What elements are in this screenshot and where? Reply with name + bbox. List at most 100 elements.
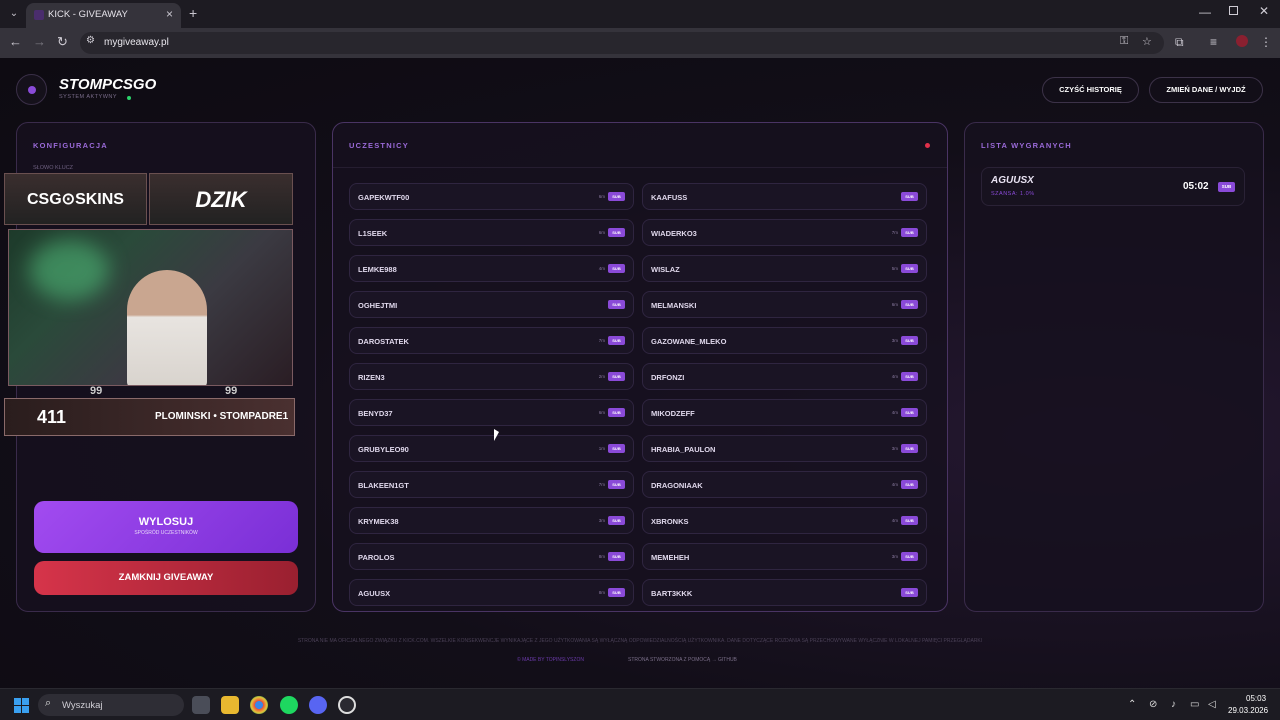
participant-time: 8m [598,554,605,559]
sub-badge: SUB [901,516,918,525]
footer-github-link[interactable]: STRONA STWORZONA Z POMOCĄ → GITHUB [628,657,737,663]
sub-badge: SUB [901,264,918,273]
divider [333,167,947,168]
sub-badge: SUB [608,444,625,453]
participants-grid: GAPEKWTF00 6m SUB KAAFUSS SUB L1SEEK 6m SUB WIAD… [349,183,929,606]
brand-logo [16,74,47,105]
taskbar-search[interactable]: ⌕ Wyszukaj [38,694,184,716]
status-online-icon [127,96,131,100]
participant-time: 3m [891,446,898,451]
sub-badge: SUB [901,444,918,453]
logo-dot-icon [28,86,36,94]
file-explorer-icon[interactable] [221,696,239,714]
tab-close-icon[interactable]: × [166,7,173,21]
new-tab-icon[interactable]: + [189,5,197,21]
bookmark-star-icon[interactable]: ☆ [1142,35,1152,48]
site-info-icon[interactable]: ⚙ [86,35,95,46]
system-status: SYSTEM AKTYWNY [59,94,118,100]
participant-item: DAROSTATEK 7m SUB [349,327,634,354]
change-data-exit-button[interactable]: ZMIEŃ DANE / WYJDŹ [1149,77,1263,103]
obs-icon[interactable] [338,696,356,714]
draw-winner-button[interactable]: WYLOSUJ SPOŚRÓD UCZESTNIKÓW [34,501,298,553]
participant-time: 7m [598,338,605,343]
sub-badge: SUB [608,192,625,201]
clock-time[interactable]: 05:03 [1246,694,1266,703]
sub-badge: SUB [901,552,918,561]
extensions-icon[interactable]: ⧉ [1175,35,1184,50]
discord-icon[interactable] [309,696,327,714]
overlay-count: 411 [37,407,67,427]
task-view-icon[interactable] [192,696,210,714]
sub-badge: SUB [901,408,918,417]
winner-item: AGUUSX SZANSA: 1.0% 05:02 SUB [981,167,1245,206]
forward-icon[interactable]: → [33,34,46,49]
overlay-bar: 411 PLOMINSKI • STOMPADRE1 [4,398,295,436]
window-close-icon[interactable]: ✕ [1259,4,1269,18]
participants-panel: UCZESTNICY GAPEKWTF00 6m SUB KAAFUSS SUB L1SE… [332,122,948,612]
network-off-icon[interactable]: ⊘ [1149,699,1157,710]
participant-time: 8m [598,590,605,595]
participant-item: BART3KKK SUB [642,579,927,606]
participant-item: WISLAZ 5m SUB [642,255,927,282]
participant-name: DRFONZI [651,373,685,382]
sub-badge: SUB [608,372,625,381]
sub-badge: SUB [608,408,625,417]
chrome-icon[interactable] [250,696,268,714]
participant-item: GAPEKWTF00 6m SUB [349,183,634,210]
display-icon[interactable]: ▭ [1190,699,1199,710]
participant-name: HRABIA_PAULON [651,445,716,454]
maximize-icon[interactable] [1229,6,1238,15]
overlay-number-right: 99 [225,385,238,397]
reload-icon[interactable]: ↻ [57,34,68,50]
media-control-icon[interactable]: ≡ [1210,35,1217,49]
winner-chance: SZANSA: 1.0% [991,191,1035,197]
participant-item: WIADERKO3 7m SUB [642,219,927,246]
participant-name: MIKODZEFF [651,409,695,418]
participant-time: 4m [891,482,898,487]
participant-name: MELMANSKI [651,301,697,310]
microphone-icon[interactable]: ♪ [1171,699,1176,710]
participant-time: 3m [891,338,898,343]
stream-overlay: CSG⊙SKINS DZIK 99 99 411 PLOMINSKI • STO… [4,173,295,436]
sub-badge: SUB [608,480,625,489]
participant-time: 5m [891,266,898,271]
sub-badge: SUB [901,300,918,309]
tab-title: KICK - GIVEAWAY [48,9,128,20]
participant-name: KAAFUSS [651,193,688,202]
volume-icon[interactable]: ◁ [1208,699,1216,710]
participant-time: 4m [891,518,898,523]
spotify-icon[interactable] [280,696,298,714]
sub-badge: SUB [608,228,625,237]
participant-name: LEMKE988 [358,265,397,274]
winners-panel: LISTA WYGRANYCH AGUUSX SZANSA: 1.0% 05:0… [964,122,1264,612]
windows-start-icon[interactable] [14,698,29,713]
close-giveaway-button[interactable]: ZAMKNIJ GIVEAWAY [34,561,298,595]
browser-tab[interactable]: KICK - GIVEAWAY × [26,3,181,28]
search-placeholder: Wyszukaj [62,700,103,711]
clock-date[interactable]: 29.03.2026 [1228,706,1268,715]
participant-name: DAROSTATEK [358,337,409,346]
tray-overflow-icon[interactable]: ⌃ [1128,699,1136,710]
search-icon: ⌕ [45,697,52,709]
browser-toolbar: ← → ↻ ⚙ mygiveaway.pl ⚿ ☆ ⧉ ≡ ⋮ [0,28,1280,58]
participant-item: AGUUSX 8m SUB [349,579,634,606]
back-icon[interactable]: ← [9,34,22,49]
menu-dots-icon[interactable]: ⋮ [1260,35,1272,49]
sponsor-logo-left: CSG⊙SKINS [4,173,147,225]
winner-sub-badge: SUB [1218,182,1235,192]
keyword-label: SŁOWO KLUCZ [33,165,74,171]
footer-made-by[interactable]: © MADE BY TOPINSLYSZON [517,657,584,663]
password-key-icon[interactable]: ⚿ [1120,35,1128,48]
sub-badge: SUB [608,300,625,309]
participant-time: 2m [598,374,605,379]
clear-history-button[interactable]: CZYŚĆ HISTORIĘ [1042,77,1139,103]
participant-name: WIADERKO3 [651,229,697,238]
tab-search-icon[interactable]: ⌄ [6,6,22,22]
participant-item: MIKODZEFF 4m SUB [642,399,927,426]
sub-badge: SUB [901,588,918,597]
browser-tabbar: ⌄ KICK - GIVEAWAY × + — ✕ [0,0,1280,28]
participant-time: 3m [598,518,605,523]
address-bar[interactable]: ⚙ mygiveaway.pl ⚿ ☆ [80,32,1164,54]
minimize-icon[interactable]: — [1199,5,1211,19]
profile-avatar[interactable] [1236,35,1248,47]
